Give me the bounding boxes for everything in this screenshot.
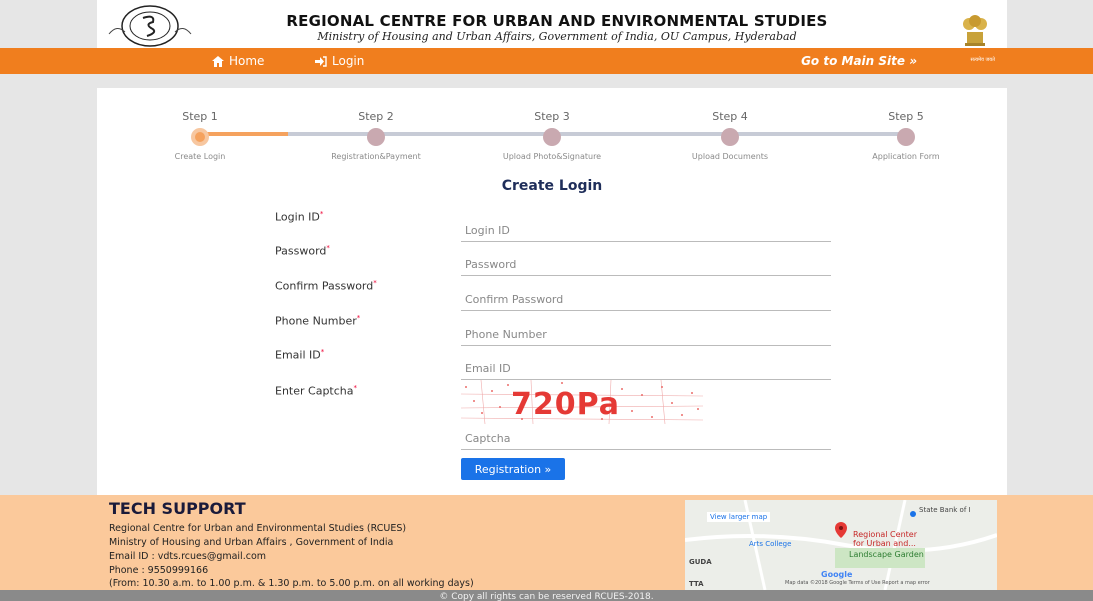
step-1: Step 1 Create Login bbox=[120, 88, 280, 161]
progress-steps: Step 1 Create Login Step 2 Registration&… bbox=[97, 88, 1007, 168]
home-icon bbox=[212, 55, 224, 67]
confirm-password-row: Confirm Password* bbox=[275, 279, 835, 313]
location-map[interactable]: View larger map Regional Center for Urba… bbox=[685, 500, 997, 590]
step-title: Step 5 bbox=[888, 110, 924, 123]
email-id-row: Email ID* bbox=[275, 348, 835, 382]
step-track-progress bbox=[200, 132, 288, 136]
password-row: Password* bbox=[275, 244, 835, 278]
step-title: Step 4 bbox=[712, 110, 748, 123]
phone-number-input[interactable] bbox=[461, 324, 831, 346]
step-indicator bbox=[367, 128, 385, 146]
captcha-text: 720Pa bbox=[511, 387, 620, 422]
phone-number-row: Phone Number* bbox=[275, 314, 835, 348]
login-id-row: Login ID* bbox=[275, 210, 835, 244]
phone-number-label: Phone Number* bbox=[275, 314, 361, 328]
map-arts-college: Arts College bbox=[749, 540, 792, 548]
nav-login-label: Login bbox=[332, 54, 365, 68]
login-id-input[interactable] bbox=[461, 220, 831, 242]
sign-in-icon bbox=[315, 55, 327, 67]
support-email: Email ID : vdts.rcues@gmail.com bbox=[109, 551, 267, 562]
email-id-input[interactable] bbox=[461, 358, 831, 380]
step-3: Step 3 Upload Photo&Signature bbox=[472, 88, 632, 161]
site-header: REGIONAL CENTRE FOR URBAN AND ENVIRONMEN… bbox=[97, 0, 1007, 48]
registration-button[interactable]: Registration » bbox=[461, 458, 565, 480]
view-larger-map-link[interactable]: View larger map bbox=[707, 512, 771, 522]
map-bank: State Bank of I bbox=[919, 506, 971, 514]
captcha-input-row bbox=[275, 418, 835, 452]
step-indicator-active bbox=[191, 128, 209, 146]
map-pin-label: Regional Center for Urban and... bbox=[853, 530, 917, 548]
step-indicator bbox=[721, 128, 739, 146]
step-title: Step 1 bbox=[182, 110, 218, 123]
osmania-university-logo bbox=[108, 5, 192, 47]
national-emblem-icon bbox=[963, 15, 987, 46]
step-subtitle: Upload Documents bbox=[691, 152, 769, 161]
step-subtitle: Create Login bbox=[174, 152, 226, 161]
map-tta: TTA bbox=[689, 580, 704, 588]
step-indicator bbox=[897, 128, 915, 146]
support-ministry: Ministry of Housing and Urban Affairs , … bbox=[109, 537, 394, 548]
login-id-label: Login ID* bbox=[275, 210, 324, 224]
top-nav-bar: Home Login Go to Main Site » सत्यमेव जयत… bbox=[0, 48, 1093, 74]
tech-support-title: TECH SUPPORT bbox=[109, 499, 246, 518]
map-guda: GUDA bbox=[689, 558, 712, 566]
nav-login-link[interactable]: Login bbox=[315, 54, 364, 68]
step-subtitle: Registration&Payment bbox=[331, 152, 421, 161]
step-2: Step 2 Registration&Payment bbox=[296, 88, 456, 161]
password-label: Password* bbox=[275, 244, 330, 258]
google-logo: Google bbox=[821, 570, 853, 579]
site-subtitle: Ministry of Housing and Urban Affairs, G… bbox=[317, 30, 797, 43]
main-panel: Step 1 Create Login Step 2 Registration&… bbox=[97, 88, 1007, 495]
step-title: Step 3 bbox=[534, 110, 570, 123]
step-indicator bbox=[543, 128, 561, 146]
confirm-password-input[interactable] bbox=[461, 289, 831, 311]
footer: TECH SUPPORT Regional Centre for Urban a… bbox=[0, 495, 1093, 590]
step-title: Step 2 bbox=[358, 110, 394, 123]
nav-home-link[interactable]: Home bbox=[212, 54, 264, 68]
site-title: REGIONAL CENTRE FOR URBAN AND ENVIRONMEN… bbox=[286, 12, 828, 30]
confirm-password-label: Confirm Password* bbox=[275, 279, 377, 293]
support-hours: (From: 10.30 a.m. to 1.00 p.m. & 1.30 p.… bbox=[109, 578, 474, 589]
support-org: Regional Centre for Urban and Environmen… bbox=[109, 523, 407, 534]
emblem-caption: सत्यमेव जयते bbox=[970, 57, 995, 63]
captcha-label: Enter Captcha* bbox=[275, 384, 357, 398]
form-title: Create Login bbox=[501, 178, 603, 194]
email-id-label: Email ID* bbox=[275, 348, 325, 362]
captcha-input[interactable] bbox=[461, 428, 831, 450]
map-landscape-garden: Landscape Garden bbox=[849, 550, 924, 559]
step-4: Step 4 Upload Documents bbox=[650, 88, 810, 161]
step-subtitle: Upload Photo&Signature bbox=[502, 152, 602, 161]
password-input[interactable] bbox=[461, 254, 831, 276]
nav-home-label: Home bbox=[229, 54, 265, 68]
copyright-bar: © Copy all rights can be reserved RCUES-… bbox=[0, 590, 1093, 601]
support-phone: Phone : 9550999166 bbox=[109, 565, 209, 576]
step-5: Step 5 Application Form bbox=[826, 88, 986, 161]
step-subtitle: Application Form bbox=[872, 152, 940, 161]
go-to-main-site-link[interactable]: Go to Main Site » bbox=[801, 54, 917, 68]
map-attribution: Map data ©2018 Google Terms of Use Repor… bbox=[785, 580, 930, 586]
